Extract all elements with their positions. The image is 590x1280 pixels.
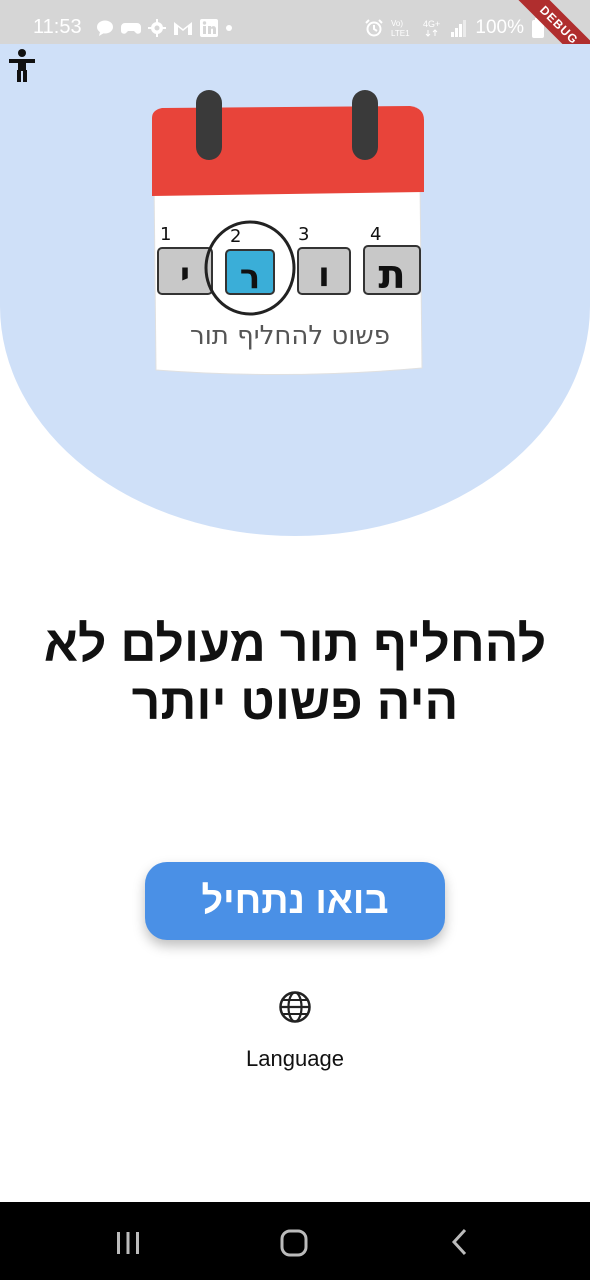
status-bar: 11:53 Vo) LTE1 4G+ 100% xyxy=(0,0,590,44)
status-time: 11:53 xyxy=(33,16,82,38)
settings-icon xyxy=(148,19,166,37)
volte-icon: Vo)LTE1 xyxy=(391,19,410,38)
tile-letter-vav: ו xyxy=(318,255,330,295)
globe-icon xyxy=(279,991,311,1023)
chat-icon xyxy=(97,20,113,36)
headline-line-2: היה פשוט יותר xyxy=(131,674,459,730)
games-icon xyxy=(121,23,141,34)
svg-text:LTE1: LTE1 xyxy=(391,29,410,38)
navigation-bar xyxy=(0,1202,590,1280)
alarm-icon xyxy=(365,19,384,37)
tile-number-3: 3 xyxy=(298,224,309,245)
svg-text:Vo): Vo) xyxy=(391,19,403,28)
language-button[interactable]: Language xyxy=(225,988,365,1078)
home-button[interactable] xyxy=(272,1220,316,1264)
svg-text:4G+: 4G+ xyxy=(423,19,440,29)
accessibility-button[interactable] xyxy=(6,48,38,84)
4g-icon: 4G+ xyxy=(423,19,441,37)
back-button[interactable] xyxy=(438,1220,482,1264)
system-icons: Vo) LTE1 4G+ 100% xyxy=(365,16,544,40)
language-label: Language xyxy=(246,1046,344,1071)
dot-icon xyxy=(226,25,232,31)
start-button[interactable]: בואו נתחיל xyxy=(145,862,445,940)
accessibility-icon xyxy=(9,49,35,82)
tile-number-2: 2 xyxy=(230,226,241,247)
app-logo: 1 2 3 4 י ר ו ת פשוט להחליף תור xyxy=(148,88,428,380)
calendar-logo: 1 2 3 4 י ר ו ת פשוט להחליף תור xyxy=(152,90,424,376)
headline: להחליף תור מעולם לא היה פשוט יותר xyxy=(0,615,590,731)
battery-percent: 100% xyxy=(475,17,524,38)
headline-line-1: להחליף תור מעולם לא xyxy=(43,616,547,672)
tile-letter-resh: ר xyxy=(240,257,260,297)
tile-letter-tav: ת xyxy=(378,252,405,298)
gmail-icon xyxy=(174,22,192,35)
tile-number-4: 4 xyxy=(370,224,381,245)
tile-letter-yod: י xyxy=(180,255,190,295)
tile-number-1: 1 xyxy=(160,224,171,245)
notification-icons xyxy=(96,16,233,40)
linkedin-icon xyxy=(200,19,218,37)
logo-tagline: פשוט להחליף תור xyxy=(190,321,390,351)
signal-icon xyxy=(451,20,467,37)
recent-apps-button[interactable] xyxy=(106,1220,150,1264)
